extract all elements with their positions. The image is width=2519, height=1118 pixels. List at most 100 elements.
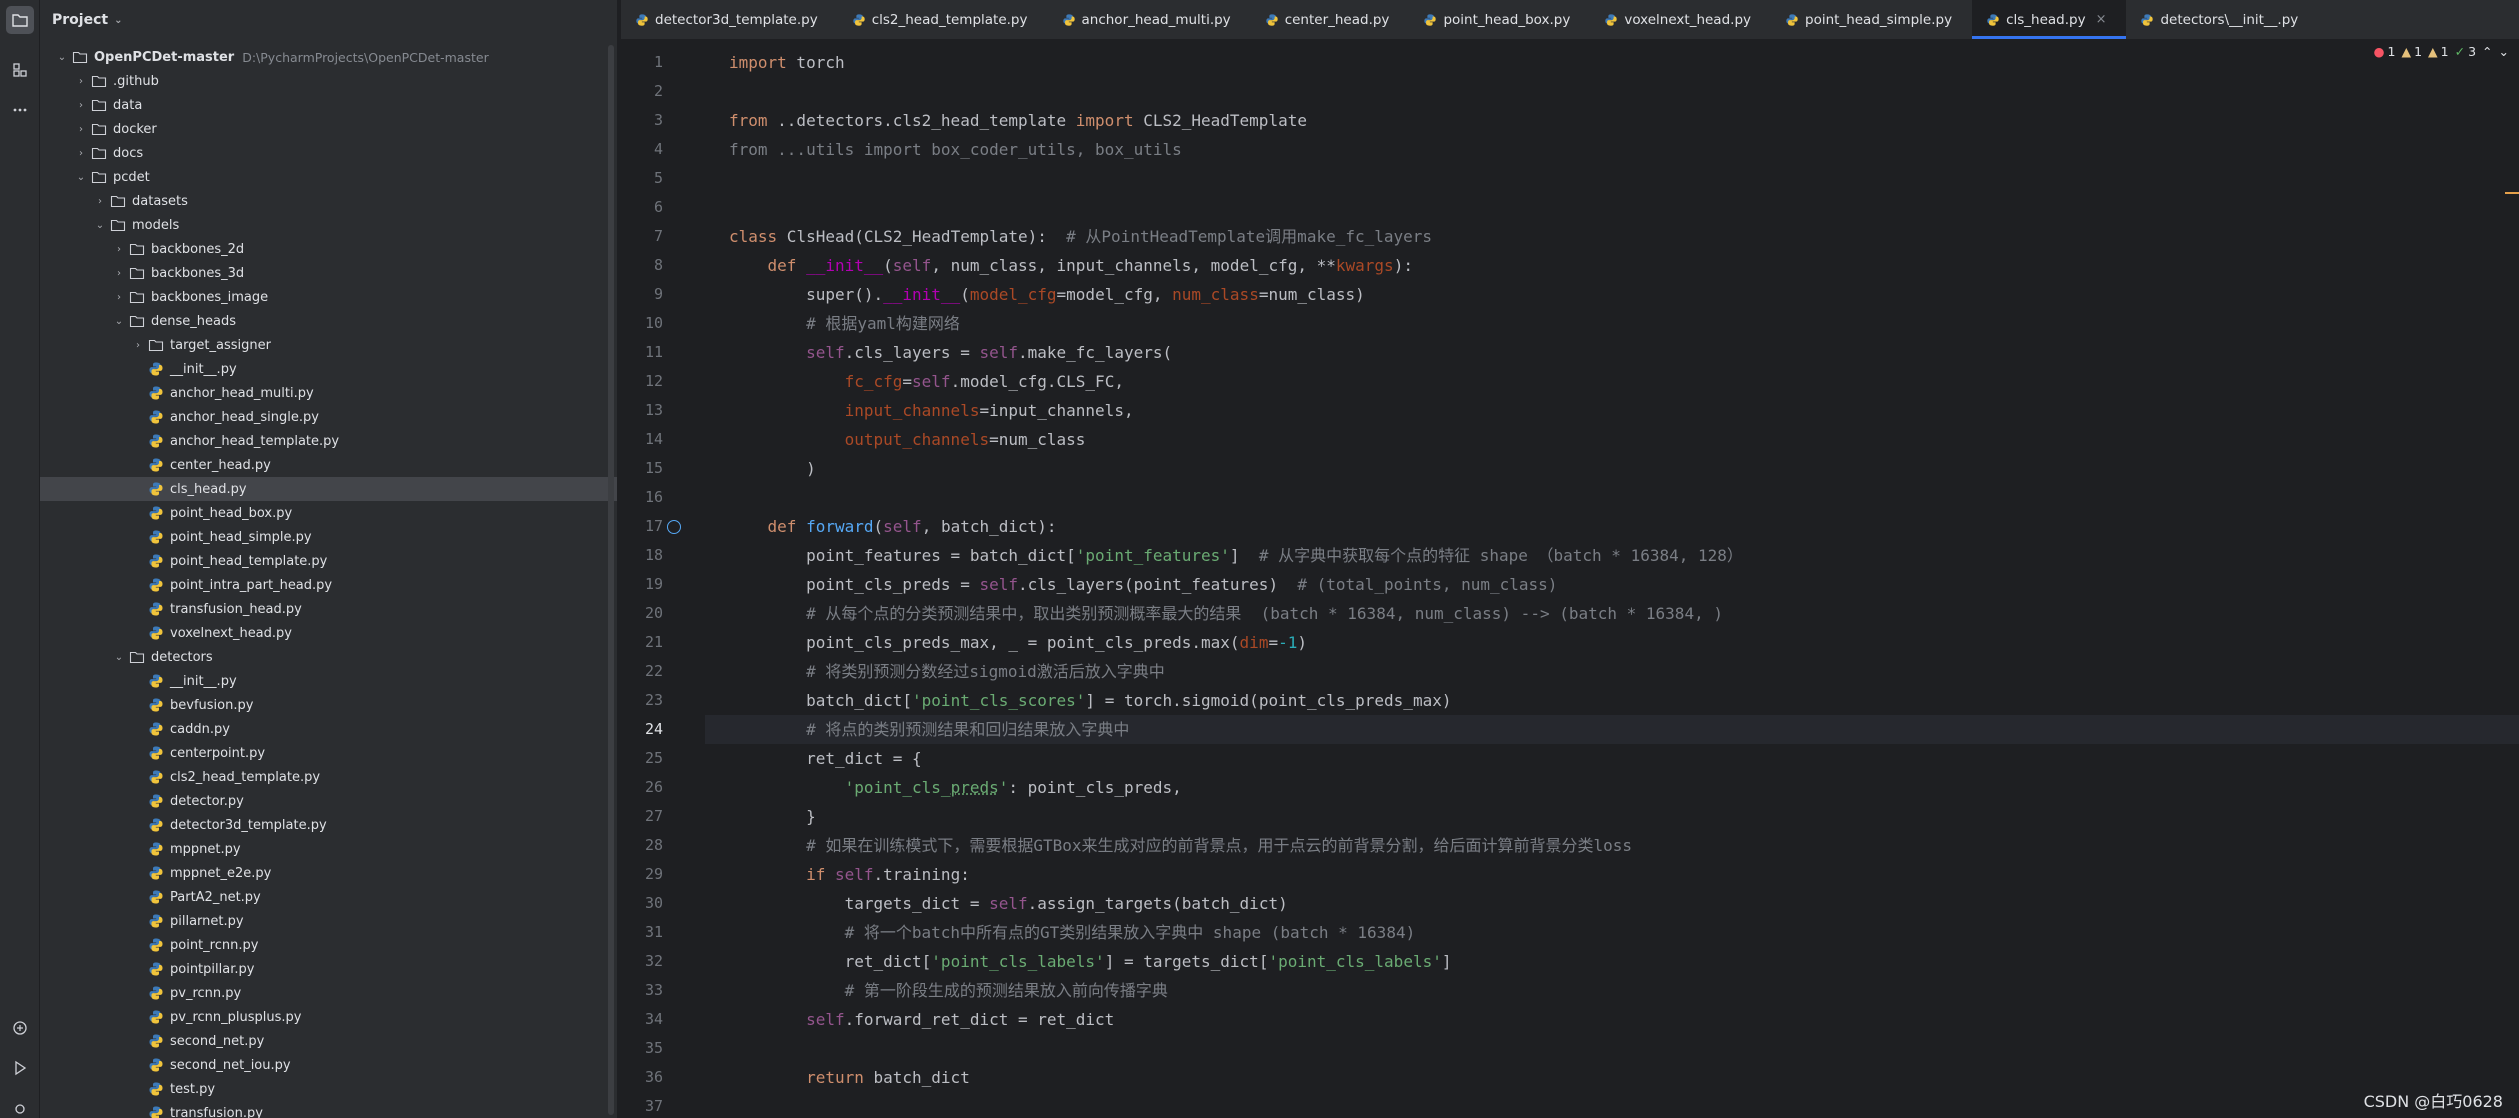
line-number[interactable]: 18	[645, 541, 663, 570]
editor-tab[interactable]: cls2_head_template.py	[838, 0, 1048, 39]
code-line[interactable]: from ..detectors.cls2_head_template impo…	[705, 106, 2519, 135]
code-line[interactable]: super().__init__(model_cfg=model_cfg, nu…	[705, 280, 2519, 309]
tree-item[interactable]: › .github	[40, 69, 617, 93]
tree-item[interactable]: › docker	[40, 117, 617, 141]
tree-item[interactable]: second_net.py	[40, 1029, 617, 1053]
code-line[interactable]: )	[705, 454, 2519, 483]
tree-item[interactable]: anchor_head_multi.py	[40, 381, 617, 405]
tree-item[interactable]: transfusion.py	[40, 1101, 617, 1118]
line-number[interactable]: 13	[645, 396, 663, 425]
line-number[interactable]: 14	[645, 425, 663, 454]
tree-item[interactable]: cls2_head_template.py	[40, 765, 617, 789]
tree-item[interactable]: › data	[40, 93, 617, 117]
code-line[interactable]: targets_dict = self.assign_targets(batch…	[705, 889, 2519, 918]
line-number[interactable]: 10	[645, 309, 663, 338]
line-number[interactable]: 31	[645, 918, 663, 947]
code-area[interactable]: 1 2 3 4 5 6 7 8 9 10 11 12 13 14 15 16 17 18 19 20 21 22 23 24 2…	[621, 40, 2519, 1118]
tree-item[interactable]: second_net_iou.py	[40, 1053, 617, 1077]
run-button[interactable]	[6, 1054, 34, 1082]
tree-item[interactable]: point_head_template.py	[40, 549, 617, 573]
tree-item[interactable]: › target_assigner	[40, 333, 617, 357]
tree-item[interactable]: __init__.py	[40, 669, 617, 693]
tree-item[interactable]: › datasets	[40, 189, 617, 213]
line-number[interactable]: 15	[645, 454, 663, 483]
tree-item[interactable]: pv_rcnn.py	[40, 981, 617, 1005]
code-line[interactable]: point_features = batch_dict['point_featu…	[705, 541, 2519, 570]
line-number[interactable]: 30	[645, 889, 663, 918]
more-tools-button[interactable]	[6, 96, 34, 124]
line-number[interactable]: 26	[645, 773, 663, 802]
line-number[interactable]: 36	[645, 1063, 663, 1092]
code-line[interactable]: # 根据yaml构建网络	[705, 309, 2519, 338]
tree-item[interactable]: mppnet_e2e.py	[40, 861, 617, 885]
line-number[interactable]: 29	[645, 860, 663, 889]
code-line[interactable]: input_channels=input_channels,	[705, 396, 2519, 425]
tree-item[interactable]: ⌄ dense_heads	[40, 309, 617, 333]
tree-item[interactable]: center_head.py	[40, 453, 617, 477]
line-number[interactable]: 6	[654, 193, 663, 222]
project-tool-button[interactable]	[6, 6, 34, 34]
editor-tab[interactable]: voxelnext_head.py	[1590, 0, 1771, 39]
tree-item[interactable]: voxelnext_head.py	[40, 621, 617, 645]
chevron-down-icon[interactable]: ⌄	[75, 172, 87, 183]
chevron-right-icon[interactable]: ›	[75, 100, 87, 111]
code-line[interactable]: def __init__(self, num_class, input_chan…	[705, 251, 2519, 280]
editor-tab[interactable]: point_head_simple.py	[1771, 0, 1972, 39]
line-number[interactable]: 9	[654, 280, 663, 309]
code-line[interactable]: class ClsHead(CLS2_HeadTemplate): # 从Poi…	[705, 222, 2519, 251]
tree-item[interactable]: __init__.py	[40, 357, 617, 381]
code-line[interactable]: fc_cfg=self.model_cfg.CLS_FC,	[705, 367, 2519, 396]
close-icon[interactable]: ×	[2096, 12, 2107, 27]
code-line[interactable]: ret_dict['point_cls_labels'] = targets_d…	[705, 947, 2519, 976]
code-line[interactable]	[705, 1034, 2519, 1063]
tree-item[interactable]: ⌄ detectors	[40, 645, 617, 669]
code-line[interactable]	[705, 77, 2519, 106]
line-number[interactable]: 28	[645, 831, 663, 860]
tree-root[interactable]: ⌄ OpenPCDet-master D:\PycharmProjects\Op…	[40, 45, 617, 69]
line-number[interactable]: 11	[645, 338, 663, 367]
tree-item[interactable]: point_intra_part_head.py	[40, 573, 617, 597]
line-number[interactable]: 5	[654, 164, 663, 193]
tree-item[interactable]: pillarnet.py	[40, 909, 617, 933]
code-line[interactable]: # 将类别预测分数经过sigmoid激活后放入字典中	[705, 657, 2519, 686]
code-line[interactable]: }	[705, 802, 2519, 831]
chevron-down-icon[interactable]: ⌄	[113, 316, 125, 327]
debug-button[interactable]	[6, 1094, 34, 1118]
line-number[interactable]: 27	[645, 802, 663, 831]
line-number[interactable]: 35	[645, 1034, 663, 1063]
chevron-right-icon[interactable]: ›	[94, 196, 106, 207]
line-number[interactable]: 37	[645, 1092, 663, 1118]
code-line[interactable]	[705, 164, 2519, 193]
line-number[interactable]: 34	[645, 1005, 663, 1034]
chevron-down-icon[interactable]: ⌄	[94, 220, 106, 231]
chevron-right-icon[interactable]: ›	[113, 244, 125, 255]
line-number[interactable]: 17	[645, 512, 663, 541]
chevron-right-icon[interactable]: ›	[75, 76, 87, 87]
tree-item[interactable]: pv_rcnn_plusplus.py	[40, 1005, 617, 1029]
tree-item[interactable]: point_head_simple.py	[40, 525, 617, 549]
tree-item[interactable]: caddn.py	[40, 717, 617, 741]
project-panel-header[interactable]: Project ⌄	[40, 0, 617, 40]
line-number[interactable]: 8	[654, 251, 663, 280]
tree-item[interactable]: point_head_box.py	[40, 501, 617, 525]
line-number[interactable]: 20	[645, 599, 663, 628]
editor-tab[interactable]: anchor_head_multi.py	[1048, 0, 1251, 39]
code-line[interactable]	[705, 1092, 2519, 1118]
chevron-down-icon[interactable]: ⌄	[113, 652, 125, 663]
chevron-right-icon[interactable]: ›	[113, 268, 125, 279]
tree-item[interactable]: pointpillar.py	[40, 957, 617, 981]
code-line[interactable]: point_cls_preds = self.cls_layers(point_…	[705, 570, 2519, 599]
code-line[interactable]	[705, 483, 2519, 512]
line-number[interactable]: 32	[645, 947, 663, 976]
line-number[interactable]: 1	[654, 48, 663, 77]
tree-item[interactable]: cls_head.py	[40, 477, 617, 501]
tree-item[interactable]: › backbones_image	[40, 285, 617, 309]
line-number[interactable]: 21	[645, 628, 663, 657]
line-number[interactable]: 7	[654, 222, 663, 251]
scrollbar-warning-marker[interactable]	[2505, 192, 2519, 194]
tree-item[interactable]: anchor_head_template.py	[40, 429, 617, 453]
chevron-right-icon[interactable]: ›	[75, 124, 87, 135]
code-line[interactable]: point_cls_preds_max, _ = point_cls_preds…	[705, 628, 2519, 657]
line-number[interactable]: 23	[645, 686, 663, 715]
code-line[interactable]: self.forward_ret_dict = ret_dict	[705, 1005, 2519, 1034]
